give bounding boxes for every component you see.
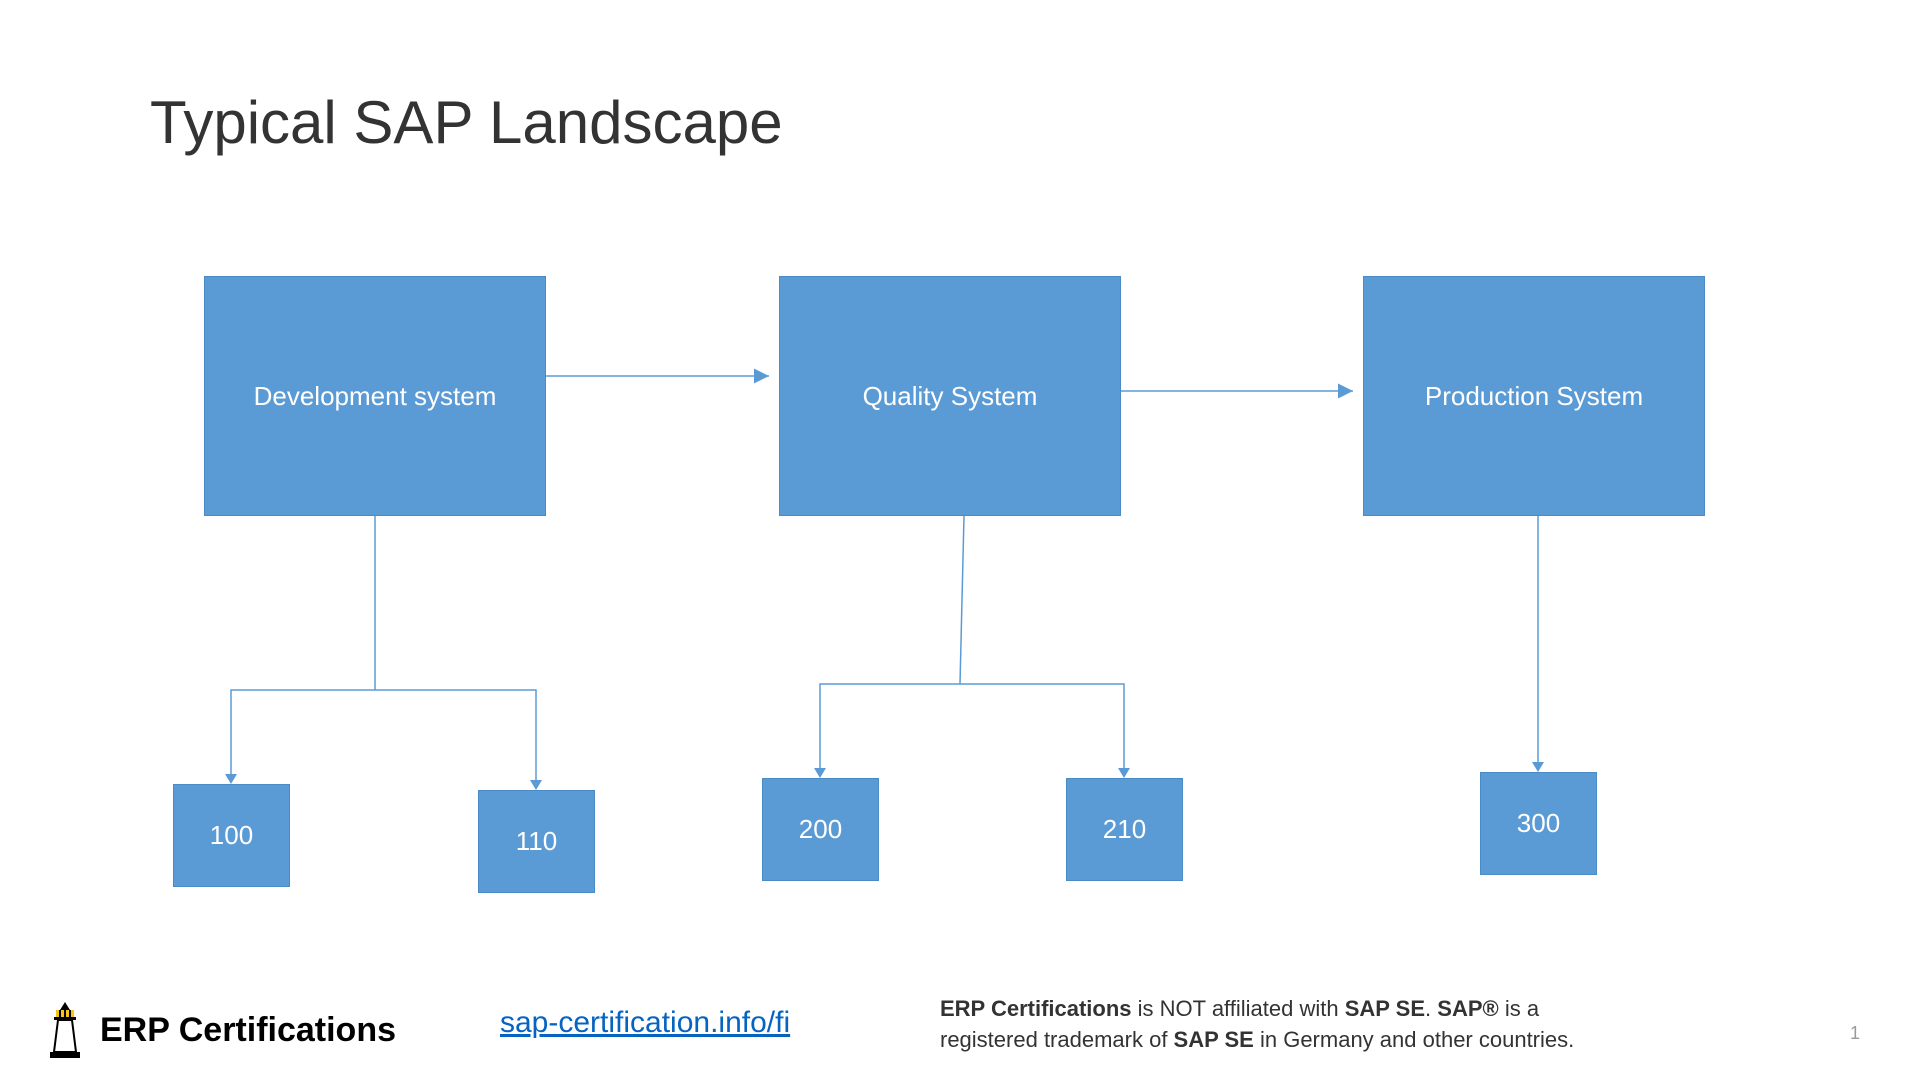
page-number: 1	[1850, 1023, 1860, 1044]
branch-qa-clients	[820, 516, 1124, 768]
disclaimer-part1: is NOT affiliated with	[1132, 996, 1345, 1021]
disclaimer-dot: .	[1425, 996, 1437, 1021]
disclaimer-sap1: SAP SE	[1345, 996, 1425, 1021]
arrow-dev-client-100	[225, 774, 237, 784]
disclaimer-text: ERP Certifications is NOT affiliated wit…	[940, 994, 1640, 1056]
client-110-label: 110	[516, 826, 557, 857]
arrow-qa-client-200	[814, 768, 826, 778]
slide-title: Typical SAP Landscape	[150, 88, 783, 157]
quality-system-label: Quality System	[863, 381, 1038, 412]
development-system-label: Development system	[254, 381, 497, 412]
disclaimer-part3: in Germany and other countries.	[1254, 1027, 1574, 1052]
branch-dev-clients	[231, 516, 536, 780]
production-system-label: Production System	[1425, 381, 1643, 412]
client-300-box: 300	[1480, 772, 1597, 875]
arrow-prod-client-300	[1532, 762, 1544, 772]
lighthouse-icon	[40, 1000, 90, 1060]
connectors-layer	[0, 0, 1920, 1080]
disclaimer-sap3: SAP SE	[1174, 1027, 1254, 1052]
brand-logo: ERP Certifications	[40, 1000, 396, 1060]
disclaimer-brand: ERP Certifications	[940, 996, 1132, 1021]
brand-name: ERP Certifications	[100, 1011, 396, 1050]
client-200-box: 200	[762, 778, 879, 881]
development-system-box: Development system	[204, 276, 546, 516]
arrow-dev-client-110	[530, 780, 542, 790]
client-200-label: 200	[799, 814, 842, 845]
client-100-box: 100	[173, 784, 290, 887]
client-100-label: 100	[210, 820, 253, 851]
quality-system-box: Quality System	[779, 276, 1121, 516]
client-300-label: 300	[1517, 808, 1560, 839]
production-system-box: Production System	[1363, 276, 1705, 516]
footer-link[interactable]: sap-certification.info/fi	[500, 1006, 790, 1040]
client-110-box: 110	[478, 790, 595, 893]
client-210-box: 210	[1066, 778, 1183, 881]
client-210-label: 210	[1103, 814, 1146, 845]
disclaimer-sap2: SAP®	[1437, 996, 1498, 1021]
arrow-qa-client-210	[1118, 768, 1130, 778]
